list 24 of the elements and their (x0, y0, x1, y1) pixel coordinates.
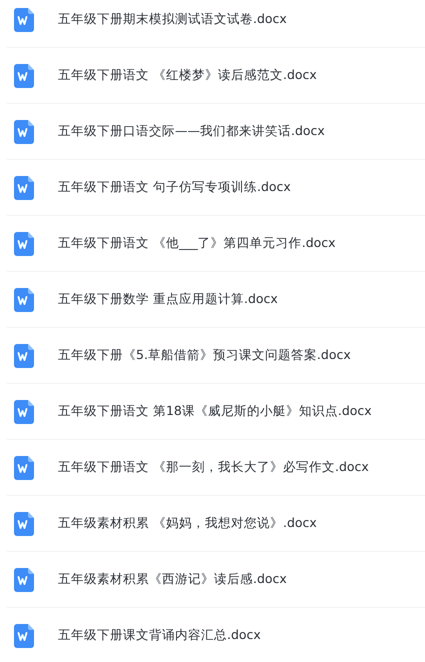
file-name[interactable]: 五年级下册期末模拟测试语文试卷.docx (58, 11, 287, 28)
file-name[interactable]: 五年级下册《5.草船借箭》预习课文问题答案.docx (58, 347, 351, 364)
word-document-icon (14, 8, 34, 32)
word-document-icon (14, 456, 34, 480)
word-document-icon (14, 176, 34, 200)
file-name[interactable]: 五年级下册课文背诵内容汇总.docx (58, 627, 261, 644)
word-document-icon (14, 344, 34, 368)
file-name[interactable]: 五年级素材积累《西游记》读后感.docx (58, 571, 287, 588)
word-document-icon (14, 624, 34, 648)
word-document-icon (14, 512, 34, 536)
file-name[interactable]: 五年级下册语文 第18课《威尼斯的小艇》知识点.docx (58, 403, 372, 420)
file-name[interactable]: 五年级下册语文 《他___了》第四单元习作.docx (58, 235, 336, 252)
word-document-icon (14, 568, 34, 592)
file-name[interactable]: 五年级下册语文 句子仿写专项训练.docx (58, 179, 291, 196)
word-document-icon (14, 400, 34, 424)
file-name[interactable]: 五年级下册语文 《红楼梦》读后感范文.docx (58, 67, 317, 84)
word-document-icon (14, 120, 34, 144)
word-document-icon (14, 232, 34, 256)
file-name[interactable]: 五年级下册数学 重点应用题计算.docx (58, 291, 278, 308)
word-document-icon (14, 288, 34, 312)
file-name[interactable]: 五年级下册语文 《那一刻，我长大了》必写作文.docx (58, 459, 369, 476)
file-name[interactable]: 五年级素材积累 《妈妈，我想对您说》.docx (58, 515, 317, 532)
file-name[interactable]: 五年级下册口语交际——我们都来讲笑话.docx (58, 123, 325, 140)
word-document-icon (14, 64, 34, 88)
